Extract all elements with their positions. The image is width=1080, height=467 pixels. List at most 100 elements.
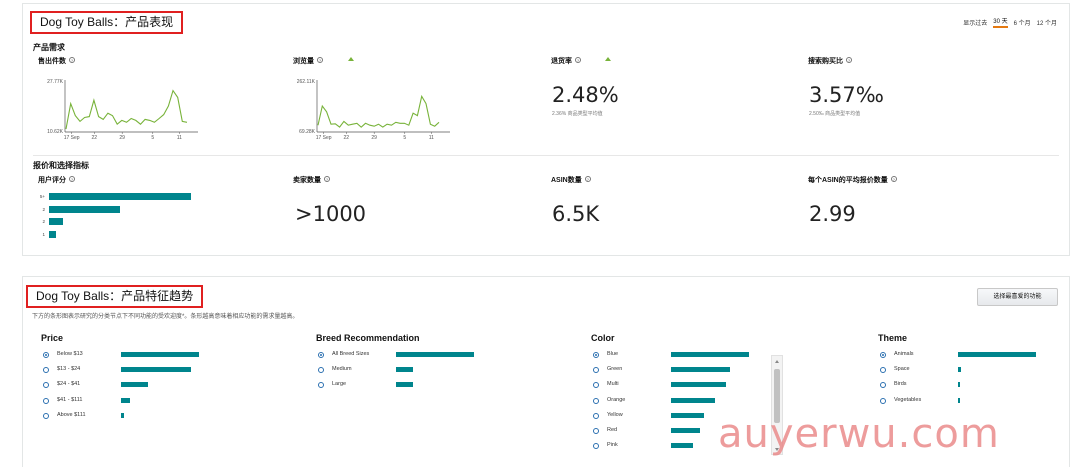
feature-option[interactable]: Red [591, 427, 771, 442]
demand-heading: 产品需求 [33, 43, 65, 52]
feature-option[interactable]: Green [591, 366, 771, 381]
feature-option[interactable]: Pink [591, 442, 771, 457]
feature-option-label: Red [607, 426, 618, 433]
help-icon[interactable]: ? [890, 176, 897, 182]
feature-option[interactable]: $13 - $24 [41, 366, 281, 381]
help-icon[interactable]: ? [846, 57, 852, 63]
feature-option[interactable]: Vegetables [878, 397, 1068, 412]
radio-button[interactable] [593, 427, 599, 434]
search-conversion-label: 搜索购买比? [808, 57, 852, 65]
feature-column-title: Color [591, 333, 615, 343]
section-divider [33, 155, 1059, 156]
radio-button[interactable] [880, 382, 886, 389]
help-icon[interactable]: ? [69, 57, 75, 63]
sparkline-x-tick-label: 5 [403, 135, 406, 141]
feature-option[interactable]: Below $13 [41, 351, 281, 366]
scroll-thumb[interactable] [774, 369, 780, 423]
feature-option[interactable]: Animals [878, 351, 1068, 366]
radio-button[interactable] [880, 367, 886, 374]
feature-column-price: Price Below $13 $13 - $24 $24 - $41 $41 - $1… [41, 333, 281, 427]
rating-star-label: 1 [42, 231, 45, 237]
trend-up-icon [605, 57, 611, 61]
feature-popularity-bar [958, 397, 960, 403]
feature-column-title: Breed Recommendation [316, 333, 420, 343]
page-views-label: 浏览量? [293, 57, 323, 65]
radio-button[interactable] [593, 443, 599, 450]
feature-column-title: Theme [878, 333, 908, 343]
sparkline-x-tick-label: 29 [119, 135, 125, 141]
feature-option-label: Birds [894, 381, 907, 388]
scroll-down-arrow-icon[interactable] [775, 448, 779, 451]
range-option-6m[interactable]: 6 个月 [1014, 18, 1031, 27]
help-icon[interactable]: ? [69, 176, 75, 182]
sparkline-x-tick-label: 22 [91, 135, 97, 141]
feature-option-label: $24 - $41 [57, 381, 81, 388]
feature-popularity-bar [396, 367, 413, 373]
sparkline-x-tick-label: 11 [177, 135, 182, 141]
radio-button[interactable] [880, 352, 886, 358]
product-performance-panel: Dog Toy Balls：产品表现 显示过去 30 天 6 个月 12 个月 … [22, 3, 1070, 256]
time-range-selector: 显示过去 30 天 6 个月 12 个月 [963, 16, 1057, 28]
range-option-12m[interactable]: 12 个月 [1037, 18, 1057, 27]
radio-button[interactable] [593, 397, 599, 404]
help-icon[interactable]: ? [575, 57, 581, 63]
rating-star-label: 5+ [39, 194, 45, 199]
feature-option-label: Green [607, 366, 623, 373]
radio-button[interactable] [880, 397, 886, 404]
scroll-up-arrow-icon[interactable] [775, 360, 779, 363]
radio-button[interactable] [593, 382, 599, 389]
trend-up-icon [348, 57, 354, 61]
feature-option-label: $13 - $24 [57, 366, 81, 373]
feature-option[interactable]: Multi [591, 381, 771, 396]
radio-button[interactable] [318, 352, 324, 358]
radio-button[interactable] [43, 382, 49, 389]
rating-bar [49, 205, 120, 213]
help-icon[interactable]: ? [324, 176, 330, 182]
feature-option[interactable]: All Breed Sizes [316, 351, 556, 366]
sparkline-series-line [317, 94, 440, 128]
feature-popularity-bar [671, 412, 704, 418]
feature-option[interactable]: Yellow [591, 412, 771, 427]
feature-option[interactable]: Birds [878, 381, 1068, 396]
feature-popularity-bar [671, 382, 726, 388]
select-favorite-features-button[interactable]: 选择最喜爱的功能 [977, 288, 1058, 306]
sparkline-x-tick-label: 22 [343, 135, 349, 141]
feature-option[interactable]: Above $111 [41, 412, 281, 427]
radio-button[interactable] [43, 352, 49, 358]
sparkline-x-tick-label: 11 [429, 135, 434, 141]
radio-button[interactable] [593, 367, 599, 374]
feature-option[interactable]: Blue [591, 351, 771, 366]
rating-star-label: 2 [42, 206, 45, 212]
performance-title: Dog Toy Balls：产品表现 [30, 11, 183, 34]
radio-button[interactable] [593, 352, 599, 358]
radio-button[interactable] [593, 412, 599, 419]
feature-popularity-bar [958, 352, 1036, 357]
feature-column-title: Price [41, 333, 64, 343]
feature-option[interactable]: Space [878, 366, 1068, 381]
feature-popularity-bar [121, 412, 124, 418]
feature-option[interactable]: Orange [591, 397, 771, 412]
units-sold-label: 售出件数? [38, 57, 75, 65]
radio-button[interactable] [318, 382, 324, 389]
color-list-scrollbar[interactable] [771, 355, 783, 455]
trends-description: 下方的条形图表示研究的分类节点下不同功能的受欢迎度*。条形越高意味着相应功能的需… [32, 314, 299, 320]
asin-count-label: ASIN数量? [551, 176, 591, 184]
avg-offers-value: 2.99 [809, 202, 856, 226]
help-icon[interactable]: ? [317, 57, 323, 63]
feature-column-theme: Theme Animals Space Birds Vegetables [878, 333, 1068, 412]
units-sold-sparkline: 27.77K 10.62K17 Sep 22 29 5 11 [47, 79, 198, 141]
range-option-30d[interactable]: 30 天 [993, 16, 1008, 28]
radio-button[interactable] [43, 412, 49, 419]
radio-button[interactable] [318, 367, 324, 374]
feature-option[interactable]: $24 - $41 [41, 381, 281, 396]
feature-option[interactable]: Medium [316, 366, 556, 381]
feature-popularity-bar [671, 427, 700, 433]
radio-button[interactable] [43, 367, 49, 374]
radio-button[interactable] [43, 397, 49, 404]
feature-option[interactable]: $41 - $111 [41, 397, 281, 412]
seller-count-label: 卖家数量? [293, 176, 330, 184]
feature-option-label: Animals [894, 351, 914, 357]
feature-popularity-bar [121, 382, 148, 388]
help-icon[interactable]: ? [584, 176, 591, 182]
feature-option[interactable]: Large [316, 381, 556, 396]
